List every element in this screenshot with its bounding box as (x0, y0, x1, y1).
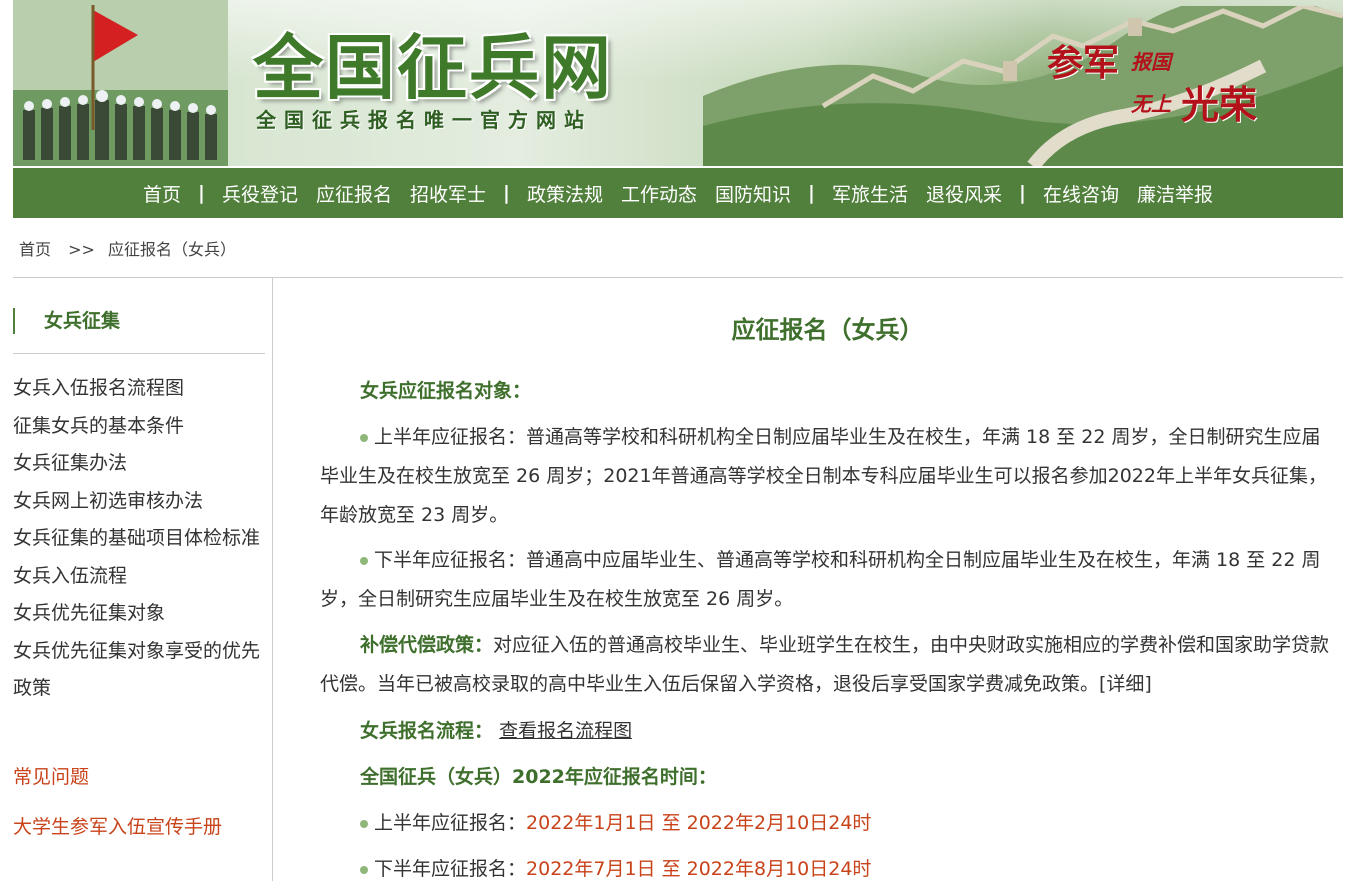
sidebar-item: 女兵征集的基础项目体检标准 (13, 520, 263, 558)
sidebar-item: 女兵网上初选审核办法 (13, 483, 263, 521)
sidebar-item: 女兵入伍流程 (13, 558, 263, 596)
nav-home[interactable]: 首页 (134, 180, 190, 207)
second-half-paragraph: 下半年应征报名：普通高中应届毕业生、普通高等学校和科研机构全日制应届毕业生及在校… (320, 541, 1335, 619)
nav-military-registration[interactable]: 兵役登记 (213, 180, 307, 207)
nav-enlistment-application[interactable]: 应征报名 (307, 180, 401, 207)
sidebar-link-physical-standards[interactable]: 女兵征集的基础项目体检标准 (13, 527, 260, 549)
sidebar-title: 女兵征集 (44, 310, 121, 332)
time-first-value: 2022年1月1日 至 2022年2月10日24时 (526, 812, 872, 834)
sidebar-item: 女兵优先征集对象享受的优先政策 (13, 633, 263, 708)
sidebar-list: 女兵入伍报名流程图 征集女兵的基本条件 女兵征集办法 女兵网上初选审核办法 女兵… (13, 370, 263, 708)
bullet-icon (360, 433, 368, 442)
breadcrumb: 首页 >> 应征报名（女兵） (19, 236, 244, 260)
nav-veterans[interactable]: 退役风采 (917, 180, 1011, 207)
bullet-icon (360, 556, 368, 565)
time-first-paragraph: 上半年应征报名：2022年1月1日 至 2022年2月10日24时 (320, 804, 1335, 843)
first-half-paragraph: 上半年应征报名：普通高等学校和科研机构全日制应届毕业生及在校生，年满 18 至 … (320, 418, 1335, 535)
time-second-value: 2022年7月1日 至 2022年8月10日24时 (526, 858, 872, 880)
nav-online-consult[interactable]: 在线咨询 (1034, 180, 1128, 207)
sidebar-link-faq[interactable]: 常见问题 (13, 762, 89, 789)
sidebar-item: 女兵入伍报名流程图 (13, 370, 263, 408)
slogan-part-2: 报国 (1131, 50, 1171, 74)
compensation-paragraph: 补偿代偿政策：对应征入伍的普通高校毕业生、毕业班学生在校生，由中央财政实施相应的… (320, 626, 1335, 704)
sidebar-link-recruitment-method[interactable]: 女兵征集办法 (13, 452, 127, 474)
nav-sergeant-recruitment[interactable]: 招收军士 (401, 180, 495, 207)
time-second-paragraph: 下半年应征报名：2022年7月1日 至 2022年8月10日24时 (320, 850, 1335, 889)
nav-military-life[interactable]: 军旅生活 (823, 180, 917, 207)
sidebar-link-basic-conditions[interactable]: 征集女兵的基本条件 (13, 415, 184, 437)
sidebar: 女兵征集 女兵入伍报名流程图 征集女兵的基本条件 女兵征集办法 女兵网上初选审核… (13, 278, 273, 881)
time-heading: 全国征兵（女兵）2022年应征报名时间： (360, 766, 717, 788)
sidebar-header-accent (13, 308, 15, 334)
nav-integrity-report[interactable]: 廉洁举报 (1128, 180, 1222, 207)
bullet-icon (360, 819, 368, 828)
compensation-heading: 补偿代偿政策： (360, 634, 494, 656)
bullet-icon (360, 865, 368, 874)
breadcrumb-current: 应征报名（女兵） (108, 240, 237, 259)
sidebar-link-priority-policies[interactable]: 女兵优先征集对象享受的优先政策 (13, 640, 260, 700)
breadcrumb-home[interactable]: 首页 (19, 240, 51, 259)
target-heading: 女兵应征报名对象： (360, 380, 532, 402)
sidebar-item: 女兵征集办法 (13, 445, 263, 483)
slogan-part-1: 参军 (1047, 42, 1120, 84)
sidebar-link-priority-targets[interactable]: 女兵优先征集对象 (13, 602, 165, 624)
sidebar-link-student-manual[interactable]: 大学生参军入伍宣传手册 (13, 812, 222, 839)
sidebar-link-flowchart[interactable]: 女兵入伍报名流程图 (13, 377, 184, 399)
nav-separator: | (198, 182, 205, 204)
first-half-text: 上半年应征报名：普通高等学校和科研机构全日制应届毕业生及在校生，年满 18 至 … (320, 426, 1327, 526)
view-flowchart-link[interactable]: 查看报名流程图 (499, 720, 632, 742)
nav-separator: | (808, 182, 815, 204)
flow-heading: 女兵报名流程： (360, 720, 494, 742)
target-heading-paragraph: 女兵应征报名对象： (320, 372, 1335, 411)
page-title: 应征报名（女兵） (731, 316, 924, 344)
flow-paragraph: 女兵报名流程： 查看报名流程图 (320, 712, 1335, 751)
time-heading-paragraph: 全国征兵（女兵）2022年应征报名时间： (320, 758, 1335, 797)
slogan-part-3: 无上 (1131, 92, 1171, 116)
sidebar-link-online-screening[interactable]: 女兵网上初选审核办法 (13, 490, 203, 512)
site-logo-subtitle: 全国征兵报名唯一官方网站 (256, 108, 592, 132)
time-second-label: 下半年应征报名： (374, 858, 527, 880)
breadcrumb-separator: >> (68, 240, 95, 259)
nav-separator: | (503, 182, 510, 204)
honor-guard-image (13, 0, 228, 166)
second-half-text: 下半年应征报名：普通高中应届毕业生、普通高等学校和科研机构全日制应届毕业生及在校… (320, 549, 1321, 610)
sidebar-header: 女兵征集 (13, 308, 265, 354)
nav-separator: | (1019, 182, 1026, 204)
site-banner: 全国征兵网 全国征兵报名唯一官方网站 参军 报国 无上 光荣 (13, 0, 1343, 166)
nav-work-news[interactable]: 工作动态 (612, 180, 706, 207)
banner-slogan: 参军 报国 无上 光荣 (1043, 34, 1273, 127)
sidebar-item: 征集女兵的基本条件 (13, 408, 263, 446)
site-logo-title[interactable]: 全国征兵网 (253, 12, 613, 113)
time-first-label: 上半年应征报名： (374, 812, 527, 834)
sidebar-item: 女兵优先征集对象 (13, 595, 263, 633)
sidebar-link-enlistment-process[interactable]: 女兵入伍流程 (13, 565, 127, 587)
main-nav: 首页 | 兵役登记 应征报名 招收军士 | 政策法规 工作动态 国防知识 | 军… (13, 168, 1343, 218)
slogan-part-4: 光荣 (1181, 82, 1258, 127)
nav-defense-knowledge[interactable]: 国防知识 (706, 180, 800, 207)
nav-policies[interactable]: 政策法规 (518, 180, 612, 207)
